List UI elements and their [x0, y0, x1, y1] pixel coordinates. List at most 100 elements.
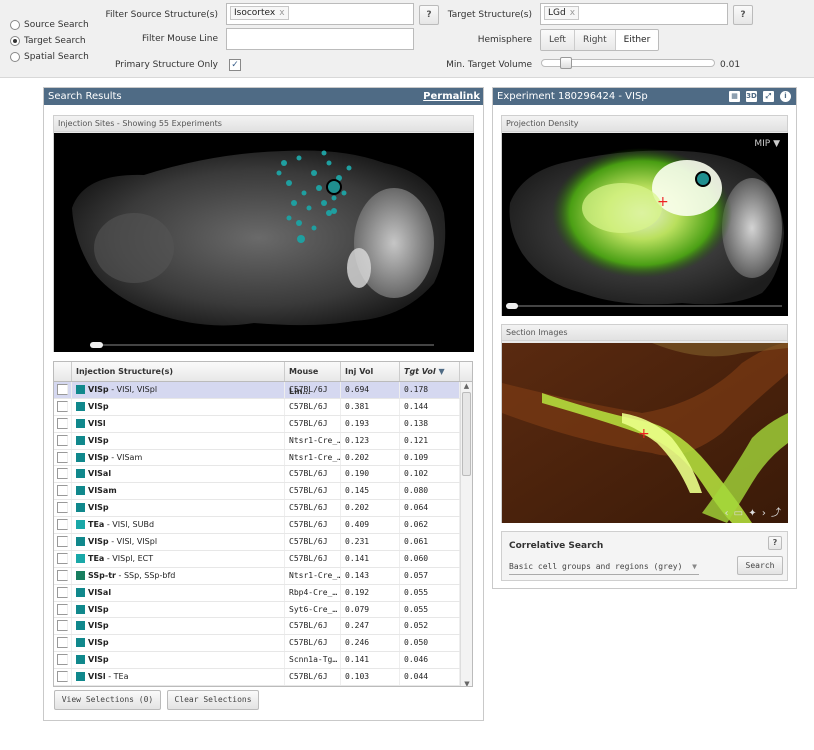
row-checkbox[interactable] [57, 400, 68, 412]
info-icon[interactable]: i [780, 91, 791, 102]
injection-structure-cell: VISp - VISl, VISpl [72, 382, 285, 398]
column-tgt-vol[interactable]: Tgt Vol ▼ [400, 362, 460, 381]
correlative-help-button[interactable]: ? [768, 536, 782, 550]
table-row[interactable]: VISp Ntsr1-Cre_… 0.123 0.121 [54, 432, 472, 450]
tgt-vol-cell: 0.057 [400, 567, 460, 584]
injection-structure-cell: VISp [72, 652, 285, 669]
correlative-structure-select[interactable]: Basic cell groups and regions (grey) ▼ [509, 559, 699, 575]
tgt-vol-cell: 0.109 [400, 449, 460, 466]
row-checkbox[interactable] [57, 434, 68, 446]
target-search-radio[interactable]: Target Search [10, 36, 86, 46]
row-checkbox[interactable] [57, 552, 68, 564]
mouse-line-cell: Ntsr1-Cre_… [285, 432, 341, 449]
table-view-icon[interactable]: ▦ [729, 91, 740, 102]
table-row[interactable]: VISp - VISam Ntsr1-Cre_… 0.202 0.109 [54, 449, 472, 467]
remove-token-icon[interactable]: x [570, 8, 575, 18]
target-token[interactable]: LGd x [544, 6, 580, 20]
section-image-viewer[interactable]: + ‹ ▭ ✦ › ⤴ [502, 343, 788, 523]
table-row[interactable]: SSp-tr - SSp, SSp-bfd Ntsr1-Cre_… 0.143 0.0… [54, 567, 472, 585]
inj-vol-cell: 0.141 [341, 652, 400, 669]
inj-vol-cell: 0.143 [341, 567, 400, 584]
target-help-button[interactable]: ? [733, 5, 753, 25]
row-checkbox[interactable] [57, 671, 68, 683]
source-search-radio[interactable]: Source Search [10, 20, 89, 30]
row-checkbox[interactable] [57, 384, 68, 395]
row-checkbox[interactable] [57, 502, 68, 514]
table-row[interactable]: VISp - VISl, VISpl C57BL/6J 0.694 0.178 [54, 382, 472, 399]
column-mouse-line[interactable]: Mouse Lin… [285, 362, 341, 396]
table-row[interactable]: VISp C57BL/6J 0.247 0.052 [54, 618, 472, 636]
table-row[interactable]: VISp - VISl, VISpl C57BL/6J 0.231 0.061 [54, 534, 472, 551]
injection-structure-cell: VISp [72, 618, 285, 635]
table-row[interactable]: TEa - VISl, SUBd C57BL/6J 0.409 0.062 [54, 517, 472, 535]
inj-vol-cell: 0.409 [341, 517, 400, 534]
row-checkbox[interactable] [57, 451, 68, 463]
table-row[interactable]: VISp C57BL/6J 0.381 0.144 [54, 398, 472, 416]
column-inj-vol[interactable]: Inj Vol [341, 362, 400, 381]
row-checkbox[interactable] [57, 468, 68, 480]
inj-vol-cell: 0.190 [341, 466, 400, 483]
table-row[interactable]: VISp C57BL/6J 0.246 0.050 [54, 635, 472, 653]
table-row[interactable]: VISl C57BL/6J 0.193 0.138 [54, 415, 472, 433]
table-row[interactable]: TEa - VISpl, ECT C57BL/6J 0.141 0.060 [54, 550, 472, 568]
table-row[interactable]: VISal Rbp4-Cre_… 0.192 0.055 [54, 584, 472, 602]
source-structure-input[interactable]: Isocortex x [226, 3, 414, 25]
scroll-up-icon[interactable]: ▲ [461, 382, 472, 390]
slider-handle[interactable] [560, 57, 572, 69]
row-checkbox[interactable] [57, 536, 68, 548]
3d-view-icon[interactable]: 3D [746, 91, 757, 102]
row-checkbox[interactable] [57, 485, 68, 497]
section-nav-controls[interactable]: ‹ ▭ ✦ › ⤴ [724, 504, 782, 519]
structure-abbr: TEa [88, 520, 105, 530]
table-row[interactable]: VISl - TEa C57BL/6J 0.103 0.044 [54, 669, 472, 686]
row-checkbox[interactable] [57, 637, 68, 649]
inj-vol-cell: 0.145 [341, 483, 400, 500]
row-checkbox[interactable] [57, 519, 68, 531]
source-help-button[interactable]: ? [419, 5, 439, 25]
row-checkbox[interactable] [57, 586, 68, 598]
row-checkbox[interactable] [57, 417, 68, 429]
column-injection-structure[interactable]: Injection Structure(s) [72, 362, 285, 381]
min-target-slider[interactable] [541, 57, 715, 69]
hemisphere-left-button[interactable]: Left [541, 30, 575, 50]
viewer-scroll-handle[interactable] [90, 342, 103, 348]
remove-token-icon[interactable]: x [279, 8, 284, 18]
injection-sites-viewer[interactable] [54, 133, 474, 352]
hemisphere-either-button[interactable]: Either [615, 30, 659, 50]
table-row[interactable]: VISp Syt6-Cre_… 0.079 0.055 [54, 601, 472, 619]
hemisphere-right-button[interactable]: Right [574, 30, 616, 50]
scroll-thumb[interactable] [462, 392, 471, 476]
mip-dropdown[interactable]: MIP ▼ [754, 139, 780, 149]
source-token[interactable]: Isocortex x [230, 6, 289, 20]
table-row[interactable]: VISam C57BL/6J 0.145 0.080 [54, 483, 472, 501]
injection-structure-cell: VISam [72, 483, 285, 500]
structure-abbr: VISp [88, 401, 109, 411]
row-select-cell [54, 449, 72, 466]
target-structure-input[interactable]: LGd x [540, 3, 728, 25]
row-checkbox[interactable] [57, 569, 68, 581]
correlative-search-button[interactable]: Search [737, 556, 783, 575]
projection-density-viewer[interactable]: + MIP ▼ [502, 133, 788, 316]
table-row[interactable]: VISal C57BL/6J 0.190 0.102 [54, 466, 472, 484]
view-selections-button[interactable]: View Selections (0) [54, 690, 161, 710]
table-scrollbar[interactable]: ▲ ▼ [460, 382, 472, 686]
table-row[interactable]: VISp C57BL/6J 0.202 0.064 [54, 500, 472, 518]
scroll-down-icon[interactable]: ▼ [461, 680, 472, 686]
primary-only-checkbox[interactable]: ✓ [229, 59, 241, 71]
mouse-line-input[interactable] [226, 28, 414, 50]
injection-structure-cell: VISp - VISl, VISpl [72, 534, 285, 550]
inj-vol-cell: 0.231 [341, 534, 400, 550]
spatial-search-radio[interactable]: Spatial Search [10, 52, 89, 62]
row-checkbox[interactable] [57, 603, 68, 615]
structure-abbr: VISal [88, 469, 112, 479]
permalink-link[interactable]: Permalink [423, 88, 480, 105]
mouse-line-cell: Rbp4-Cre_… [285, 584, 341, 601]
expand-icon[interactable]: ⤢ [763, 91, 774, 102]
mouse-line-cell: C57BL/6J [285, 466, 341, 483]
clear-selections-button[interactable]: Clear Selections [167, 690, 259, 710]
viewer-scroll-handle[interactable] [506, 303, 518, 309]
row-checkbox[interactable] [57, 620, 68, 632]
table-row[interactable]: VISp Scnn1a-Tg… 0.141 0.046 [54, 652, 472, 670]
row-checkbox[interactable] [57, 654, 68, 666]
structure-color-swatch [76, 385, 85, 394]
